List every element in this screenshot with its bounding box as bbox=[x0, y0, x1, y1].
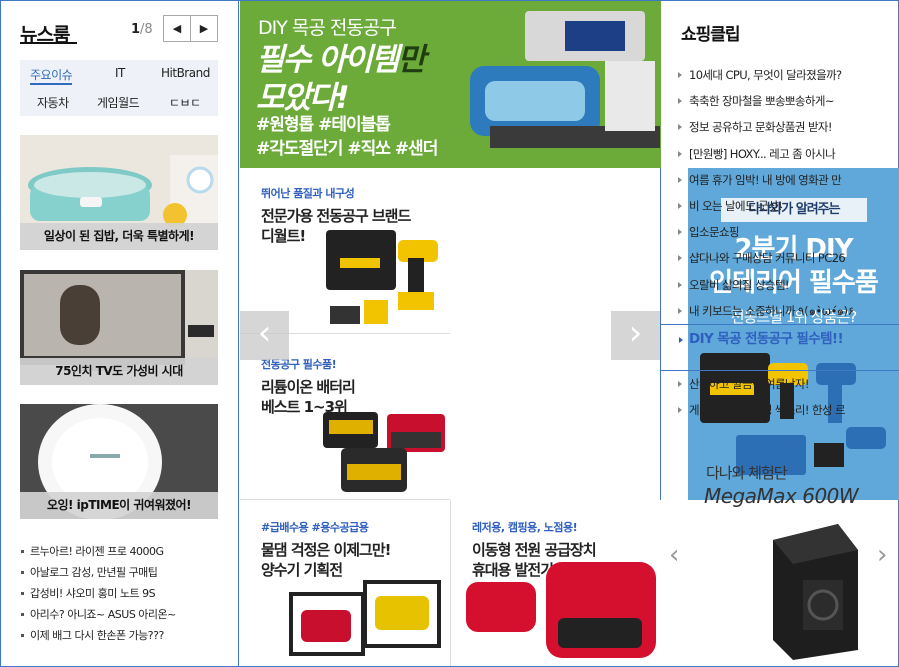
title-line: 리튬이온 배터리 bbox=[261, 378, 356, 396]
promo-kicker: #급배수용 #용수공급용 bbox=[261, 521, 369, 534]
list-item[interactable]: 오랄비 삶의질 상승템! bbox=[661, 272, 899, 298]
shopping-clip-panel: 쇼핑클립 10세대 CPU, 무엇이 달라졌을까? 축축한 장마철을 뽀송뽀송하… bbox=[660, 0, 899, 667]
ad-next-button[interactable]: › bbox=[877, 540, 887, 570]
title-underline bbox=[20, 42, 77, 44]
tab-it[interactable]: IT bbox=[115, 66, 125, 80]
promo-kicker: 레저용, 캠핑용, 노점용! bbox=[472, 521, 578, 534]
shopping-list: 10세대 CPU, 무엇이 달라졌을까? 축축한 장마철을 뽀송뽀송하게~ 정보… bbox=[660, 62, 899, 423]
list-item[interactable]: 아날로그 감성, 만년필 구매팁 bbox=[20, 562, 230, 583]
psu-image bbox=[773, 524, 858, 660]
ad-prev-button[interactable]: ‹ bbox=[669, 540, 679, 570]
ad-line2: MegaMax 600W bbox=[704, 484, 859, 508]
banner-headline: 필수 아이템만모았다! bbox=[256, 41, 466, 117]
promo-title: 물댐 걱정은 이제그만! 양수기 기획전 bbox=[261, 540, 391, 580]
carousel-prev-button[interactable]: ‹ bbox=[240, 311, 289, 360]
category-tabs: 주요이슈 IT HitBrand 자동차 게임월드 ㄷㅂㄷ bbox=[20, 60, 218, 116]
page-indicator: 1/8 bbox=[131, 22, 153, 37]
list-item[interactable]: 갑성비! 샤오미 홍미 노트 9S bbox=[20, 583, 230, 604]
title-line: 전문가용 전동공구 브랜드 bbox=[261, 207, 411, 225]
banner-tags: #원형톱 #테이블톱 #각도절단기 #직쏘 #샌더 bbox=[256, 113, 456, 161]
drill-kit-image bbox=[326, 230, 438, 324]
next-page-button[interactable]: ▶ bbox=[190, 16, 217, 41]
headline-part: 모았다! bbox=[256, 80, 350, 116]
tab-game-world[interactable]: 게임월드 bbox=[97, 94, 140, 111]
list-item[interactable]: 샵다나와 구매상담 커뮤니티 PC26 bbox=[661, 245, 899, 271]
center-panel: DIY 목공 전동공구 필수 아이템만모았다! #원형톱 #테이블톱 #각도절단기… bbox=[238, 0, 899, 667]
list-item[interactable]: 산뜻하고 깔끔한 여름남자! bbox=[661, 371, 899, 397]
diy-banner[interactable]: DIY 목공 전동공구 필수 아이템만모았다! #원형톱 #테이블톱 #각도절단기… bbox=[240, 1, 661, 168]
promo-kicker: 뛰어난 품질과 내구성 bbox=[261, 187, 355, 200]
title-line: 이동형 전원 공급장치 bbox=[472, 541, 597, 559]
title-line: 물댐 걱정은 이제그만! bbox=[261, 541, 391, 559]
list-item[interactable]: 르누아르! 라이젠 프로 4000G bbox=[20, 541, 230, 562]
list-item[interactable]: 정보 공유하고 문화상품권 받자! bbox=[661, 114, 899, 140]
promo-dewalt[interactable]: 뛰어난 품질과 내구성 전문가용 전동공구 브랜드디월트! bbox=[240, 168, 450, 334]
battery-image bbox=[323, 412, 445, 492]
list-item[interactable]: 10세대 CPU, 무엇이 달라졌을까? bbox=[661, 62, 899, 88]
list-item[interactable]: 여름 휴가 임박! 내 방에 영화관 만 bbox=[661, 167, 899, 193]
news-list: 르누아르! 라이젠 프로 4000G 아날로그 감성, 만년필 구매팁 갑성비!… bbox=[20, 541, 230, 646]
thumb-caption: 오잉! ipTIME이 귀여워졌어! bbox=[20, 492, 218, 519]
pump-image bbox=[289, 580, 441, 656]
page-total: /8 bbox=[140, 22, 153, 37]
pager-buttons: ◀ ▶ bbox=[163, 15, 218, 42]
prev-page-button[interactable]: ◀ bbox=[164, 16, 190, 41]
carousel-next-button[interactable]: › bbox=[611, 311, 660, 360]
list-item[interactable]: 비 오는 날에도 굿샷! bbox=[661, 193, 899, 219]
thumb-caption: 75인치 TV도 가성비 시대 bbox=[20, 358, 218, 385]
news-thumb-hotpot[interactable]: 일상이 된 집밥, 더욱 특별하게! bbox=[20, 135, 218, 250]
tab-dbd[interactable]: ㄷㅂㄷ bbox=[169, 94, 201, 111]
tab-hitbrand[interactable]: HitBrand bbox=[161, 66, 210, 80]
list-item[interactable]: 입소문쇼핑 bbox=[661, 219, 899, 245]
title-line: 양수기 기획전 bbox=[261, 561, 343, 579]
generator-image bbox=[466, 562, 656, 658]
news-thumb-tv[interactable]: 75인치 TV도 가성비 시대 bbox=[20, 270, 218, 385]
experience-ad[interactable]: 다나와 체험단 MegaMax 600W ‹ › bbox=[661, 430, 899, 667]
list-item-active[interactable]: DIY 목공 전동공구 필수템!! bbox=[660, 323, 899, 371]
tools-image bbox=[470, 11, 660, 148]
list-item[interactable]: 아리수? 아니죠~ ASUS 아리온~ bbox=[20, 604, 230, 625]
shopping-clip-title: 쇼핑클립 bbox=[681, 25, 741, 45]
headline-part: 필수 아이템 bbox=[256, 42, 399, 78]
tags-line: #원형톱 #테이블톱 bbox=[256, 115, 391, 135]
promo-generator[interactable]: 레저용, 캠핑용, 노점용! 이동형 전원 공급장치 휴대용 발전기 bbox=[450, 500, 661, 666]
list-item[interactable]: 내 키보드는 소중하니까 ٩(๑•̀ω•́๑)۶ bbox=[661, 298, 899, 324]
tags-line: #각도절단기 #직쏘 #샌더 bbox=[256, 139, 438, 159]
title-line: 디월트! bbox=[261, 227, 306, 245]
page-current: 1 bbox=[131, 22, 141, 37]
tab-major-issue[interactable]: 주요이슈 bbox=[30, 66, 73, 85]
newsroom-panel: 뉴스룸 1/8 ◀ ▶ 주요이슈 IT HitBrand 자동차 게임월드 ㄷㅂ… bbox=[0, 0, 238, 667]
promo-pump[interactable]: #급배수용 #용수공급용 물댐 걱정은 이제그만! 양수기 기획전 bbox=[240, 500, 450, 666]
list-item[interactable]: [만원빵] HOXY... 레고 좀 아시나 bbox=[661, 141, 899, 167]
list-item[interactable]: 게이밍노트북 랭킹 싹쓰리! 한성 르 bbox=[661, 397, 899, 423]
thumb-caption: 일상이 된 집밥, 더욱 특별하게! bbox=[20, 223, 218, 250]
ad-line1: 다나와 체험단 bbox=[706, 464, 788, 482]
headline-highlight: 만 bbox=[397, 42, 425, 78]
news-thumb-iptime[interactable]: 오잉! ipTIME이 귀여워졌어! bbox=[20, 404, 218, 519]
list-item[interactable]: 이제 배그 다시 한손폰 가능??? bbox=[20, 625, 230, 646]
list-item[interactable]: 축축한 장마철을 뽀송뽀송하게~ bbox=[661, 88, 899, 114]
tab-car[interactable]: 자동차 bbox=[37, 94, 69, 111]
banner-subtitle: DIY 목공 전동공구 bbox=[258, 17, 397, 39]
